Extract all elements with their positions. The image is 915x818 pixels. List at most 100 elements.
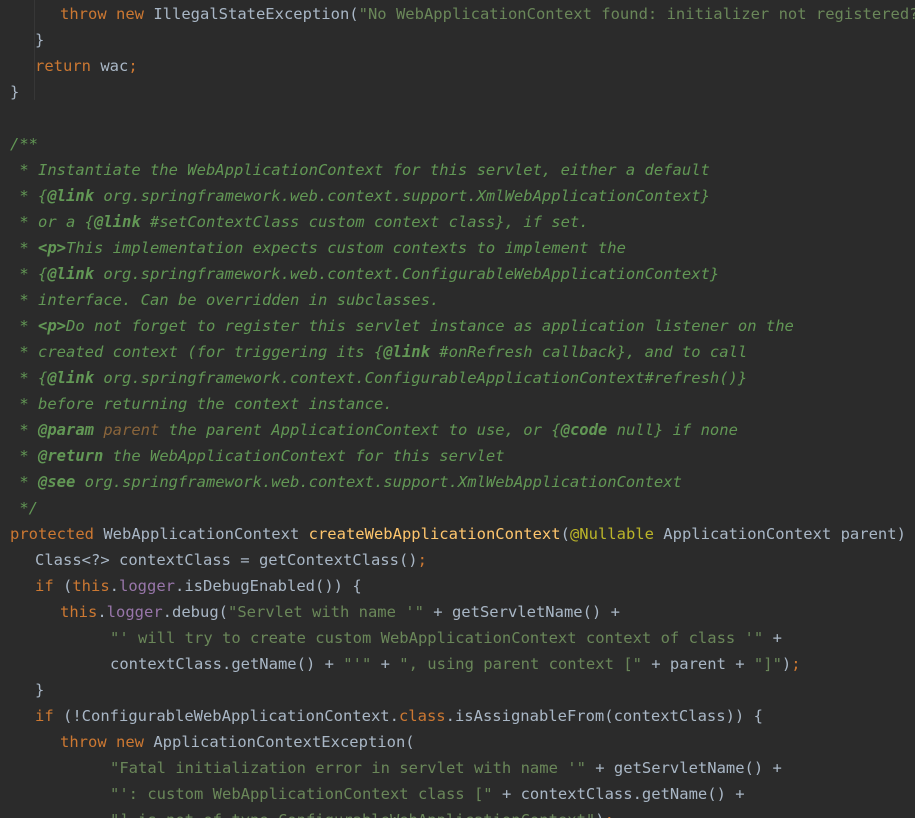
code-token: . — [109, 577, 120, 595]
code-line[interactable]: "' will try to create custom WebApplicat… — [110, 625, 782, 651]
code-token: WebApplicationContext — [103, 525, 309, 543]
code-token: + contextClass.getName() + — [492, 785, 745, 803]
annotation-token: @Nullable — [569, 525, 664, 543]
code-line[interactable]: * created context (for triggering its {@… — [10, 339, 747, 365]
doc-link-target: org.springframework.context.Configurable… — [94, 369, 748, 387]
code-token: + parent + — [641, 655, 754, 673]
code-line[interactable]: if (this.logger.isDebugEnabled()) { — [35, 573, 362, 599]
code-token: contextClass.getName() + — [110, 655, 344, 673]
doc-link-target: org.springframework.web.context.support.… — [94, 187, 710, 205]
code-token: ( — [560, 525, 570, 543]
code-token: (!ConfigurableWebApplicationContext. — [63, 707, 399, 725]
string-literal: "'" — [343, 655, 372, 673]
code-line[interactable]: * or a {@link #setContextClass custom co… — [10, 209, 589, 235]
string-literal: "': custom WebApplicationContext class [… — [110, 785, 493, 803]
keyword-token: throw new — [60, 5, 154, 23]
doc-comment-tag: @link — [47, 265, 94, 283]
code-line[interactable]: } — [10, 79, 19, 105]
doc-link-target: org.springframework.web.context.support.… — [75, 473, 682, 491]
code-token: Class<?> contextClass = getContextClass(… — [35, 551, 418, 569]
code-token: ( — [63, 577, 73, 595]
string-literal: "No WebApplicationContext found: initial… — [358, 5, 915, 23]
code-token: + getServletName() + — [423, 603, 620, 621]
code-line[interactable]: Class<?> contextClass = getContextClass(… — [35, 547, 427, 573]
code-line[interactable]: * Instantiate the WebApplicationContext … — [10, 157, 710, 183]
keyword-token: ; — [605, 811, 614, 818]
code-token: . — [97, 603, 107, 621]
doc-comment-text: * created context (for triggering its { — [10, 343, 384, 361]
keyword-token: ; — [791, 655, 801, 673]
string-literal: ", using parent context [" — [399, 655, 642, 673]
code-line[interactable]: protected WebApplicationContext createWe… — [10, 521, 915, 547]
code-line[interactable]: contextClass.getName() + "'" + ", using … — [110, 651, 801, 677]
keyword-token: return — [35, 57, 101, 75]
code-token: ApplicationContextException( — [153, 733, 415, 751]
code-line[interactable]: * {@link org.springframework.web.context… — [10, 261, 719, 287]
code-line[interactable]: * @see org.springframework.web.context.s… — [10, 469, 682, 495]
code-line[interactable]: throw new IllegalStateException("No WebA… — [60, 1, 915, 27]
code-line[interactable]: /** — [10, 131, 38, 157]
doc-comment-tag: @code — [560, 421, 608, 439]
doc-comment-tag: <p> — [38, 239, 66, 257]
code-line[interactable]: * before returning the context instance. — [10, 391, 393, 417]
doc-comment-text: * { — [10, 265, 48, 283]
code-line[interactable]: * interface. Can be overridden in subcla… — [10, 287, 439, 313]
keyword-token: throw new — [60, 733, 154, 751]
keyword-token: this — [72, 577, 110, 595]
string-literal: "Servlet with name '" — [228, 603, 424, 621]
code-token: ApplicationContext parent) { — [663, 525, 915, 543]
code-editor[interactable]: throw new IllegalStateException("No WebA… — [0, 0, 915, 818]
doc-comment-text: the WebApplicationContext for this servl… — [103, 447, 505, 465]
doc-comment-text: * { — [10, 187, 48, 205]
code-line[interactable]: * <p>Do not forget to register this serv… — [10, 313, 794, 339]
code-line[interactable]: throw new ApplicationContextException( — [60, 729, 415, 755]
doc-comment-text: null} if none — [607, 421, 738, 439]
code-line[interactable]: "': custom WebApplicationContext class [… — [110, 781, 745, 807]
doc-comment-text: * interface. Can be overridden in subcla… — [10, 291, 440, 309]
code-line[interactable]: * {@link org.springframework.web.context… — [10, 183, 710, 209]
doc-comment-tag: @link — [47, 369, 94, 387]
code-token: + — [371, 655, 400, 673]
code-line[interactable]: * @return the WebApplicationContext for … — [10, 443, 505, 469]
doc-comment-text: * — [10, 473, 38, 491]
code-line[interactable]: * {@link org.springframework.context.Con… — [10, 365, 747, 391]
code-line[interactable]: * <p>This implementation expects custom … — [10, 235, 626, 261]
code-line[interactable]: * @param parent the parent ApplicationCo… — [10, 417, 738, 443]
code-token: ) — [781, 655, 792, 673]
string-literal: "Fatal initialization error in servlet w… — [110, 759, 586, 777]
code-line[interactable]: this.logger.debug("Servlet with name '" … — [60, 599, 620, 625]
string-literal: "]" — [753, 655, 782, 673]
string-literal: "] is not of type ConfigurableWebApplica… — [110, 811, 595, 818]
doc-comment-text: #setContextClass custom context class}, … — [140, 213, 589, 231]
code-line[interactable]: } — [35, 677, 44, 703]
doc-comment-text: the parent ApplicationContext to use, or… — [159, 421, 561, 439]
doc-comment-tag: @param — [38, 421, 94, 439]
code-token: ) — [595, 811, 604, 818]
doc-comment-text: * Instantiate the WebApplicationContext … — [10, 161, 710, 179]
code-line[interactable]: } — [35, 27, 44, 53]
doc-comment-text: * — [10, 317, 38, 335]
code-token: } — [35, 31, 45, 49]
code-token: IllegalStateException( — [153, 5, 359, 23]
keyword-token: if — [35, 577, 63, 595]
doc-comment-tag: @see — [38, 473, 76, 491]
doc-param-name: parent — [94, 421, 160, 439]
code-token: + getServletName() + — [585, 759, 782, 777]
doc-comment-tag: @link — [47, 187, 94, 205]
code-line[interactable]: */ — [10, 495, 38, 521]
doc-comment-tag: @return — [38, 447, 104, 465]
doc-comment-text: * { — [10, 369, 48, 387]
code-line[interactable]: "] is not of type ConfigurableWebApplica… — [110, 807, 614, 818]
code-line[interactable]: if (!ConfigurableWebApplicationContext.c… — [35, 703, 763, 729]
code-token: .isDebugEnabled()) { — [175, 577, 362, 595]
keyword-token: class — [398, 707, 446, 725]
doc-comment-text: /** — [10, 135, 38, 153]
doc-comment-text: * or a { — [10, 213, 94, 231]
code-token: } — [10, 83, 20, 101]
keyword-token: if — [35, 707, 63, 725]
code-line[interactable]: return wac; — [35, 53, 138, 79]
field-token: logger — [106, 603, 163, 621]
code-line[interactable]: "Fatal initialization error in servlet w… — [110, 755, 782, 781]
doc-comment-text: This implementation expects custom conte… — [66, 239, 626, 257]
doc-comment-text: * before returning the context instance. — [10, 395, 393, 413]
